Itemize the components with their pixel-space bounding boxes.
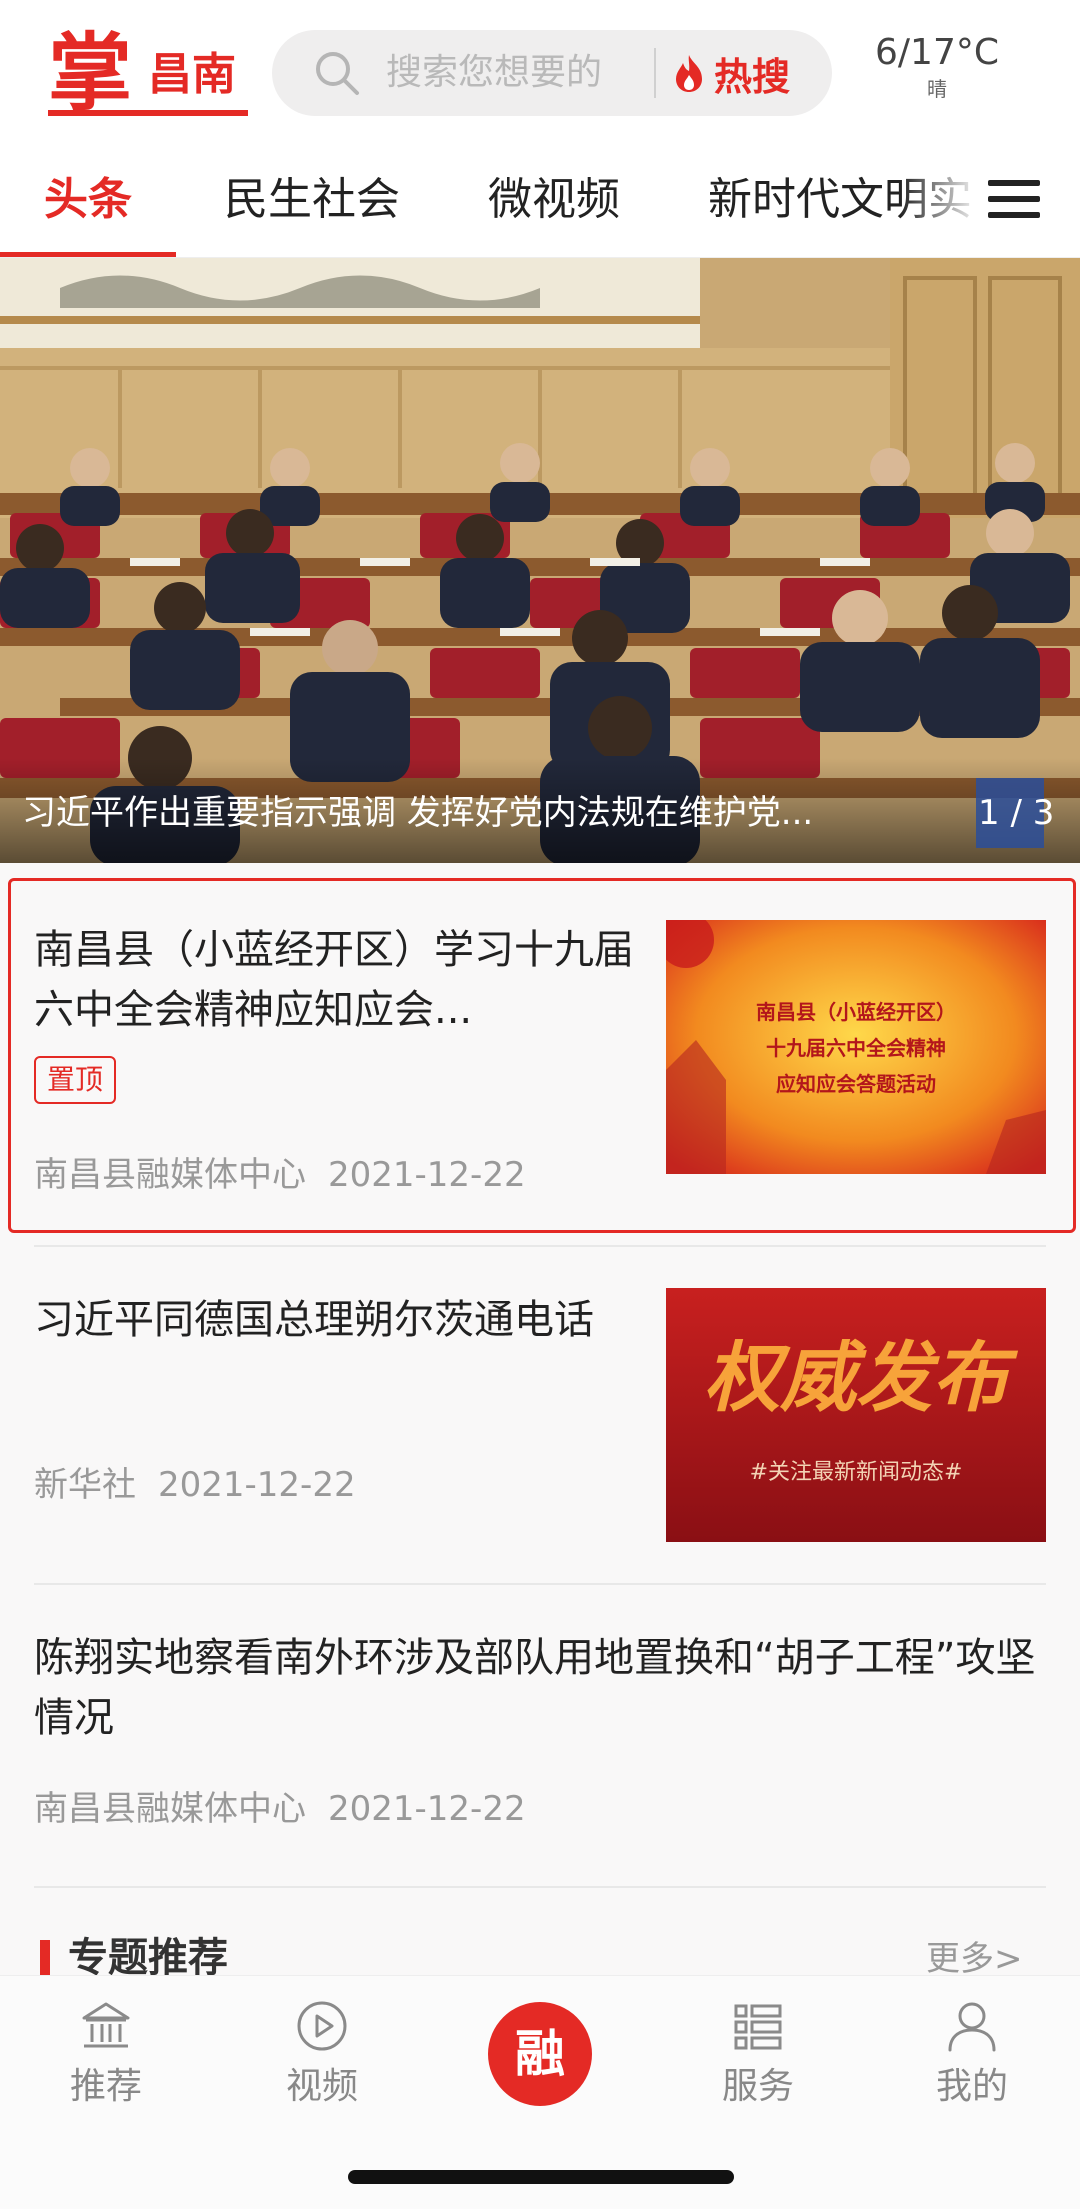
thumbnail-line: 南昌县（小蓝经开区） (756, 1000, 956, 1024)
nav-recommend[interactable]: 推荐 (26, 1998, 186, 2112)
search-bar[interactable]: 搜索您想要的 热搜 (272, 30, 832, 116)
nav-video[interactable]: 视频 (242, 1998, 402, 2112)
news-title: 南昌县（小蓝经开区）学习十九届六中全会精神应知应会... (34, 927, 634, 1033)
news-meta: 南昌县融媒体中心 2021-12-22 (34, 1152, 526, 1198)
app-header: 掌 昌南 搜索您想要的 热搜 6/17°C 晴 (0, 0, 1080, 150)
news-title: 习近平同德国总理朔尔茨通电话 (34, 1297, 594, 1343)
banner-caption: 习近平作出重要指示强调 发挥好党内法规在维护党... (22, 793, 814, 833)
news-thumbnail: 权威发布 #关注最新新闻动态# (666, 1288, 1046, 1542)
thumbnail-text: 南昌县（小蓝经开区） 十九届六中全会精神 应知应会答题活动 (666, 994, 1046, 1102)
thumbnail-tagline: #关注最新新闻动态# (749, 1460, 963, 1485)
headline-carousel[interactable]: 习近平作出重要指示强调 发挥好党内法规在维护党... 1 / 3 (0, 258, 1080, 863)
pinned-badge: 置顶 (34, 1056, 116, 1104)
news-meta: 南昌县融媒体中心 2021-12-22 (34, 1786, 526, 1832)
tab-micro-video[interactable]: 微视频 (488, 170, 620, 230)
home-indicator[interactable] (348, 2170, 734, 2184)
search-divider (654, 48, 656, 98)
news-item[interactable]: 习近平同德国总理朔尔茨通电话 新华社 2021-12-22 权威发布 #关注最新新… (0, 1248, 1080, 1583)
search-placeholder: 搜索您想要的 (386, 52, 603, 93)
app-logo[interactable]: 掌 昌南 (48, 28, 248, 118)
banner-page-indicator: 1 / 3 (978, 788, 1054, 838)
news-title: 陈翔实地察看南外环涉及部队用地置换和“胡子工程”攻坚情况 (34, 1635, 1036, 1741)
nav-label: 视频 (285, 2066, 358, 2107)
banner-page-separator: / (1010, 793, 1022, 833)
news-date: 2021-12-22 (328, 1789, 526, 1829)
center-button[interactable]: 融 (488, 2002, 592, 2106)
play-icon (297, 2001, 347, 2051)
section-marker (40, 1940, 50, 1976)
weather-widget[interactable]: 6/17°C 晴 (872, 30, 1002, 102)
item-divider (34, 1583, 1046, 1585)
thumbnail-headline: 权威发布 (704, 1333, 1008, 1422)
item-divider (34, 1245, 1046, 1247)
nav-label: 推荐 (69, 2066, 142, 2107)
news-source: 南昌县融媒体中心 (34, 1155, 306, 1195)
weather-temperature: 6/17°C (875, 32, 999, 73)
nav-profile[interactable]: 我的 (892, 1998, 1052, 2112)
nav-label: 我的 (935, 2066, 1008, 2107)
flame-icon (676, 55, 702, 92)
tab-headlines[interactable]: 头条 (44, 170, 132, 230)
logo-underline (48, 110, 248, 116)
list-icon (734, 2004, 782, 2050)
channel-tabs: 头条 民生社会 微视频 新时代文明实 (0, 150, 1080, 258)
item-divider (34, 1886, 1046, 1888)
news-item-pinned[interactable]: 南昌县（小蓝经开区）学习十九届六中全会精神应知应会... 置顶 南昌县融媒体中心… (0, 878, 1080, 1233)
logo-text: 昌南 (148, 49, 236, 100)
news-meta: 新华社 2021-12-22 (34, 1462, 356, 1508)
search-icon (316, 52, 359, 95)
news-date: 2021-12-22 (158, 1465, 356, 1505)
news-date: 2021-12-22 (328, 1155, 526, 1195)
tab-livelihood[interactable]: 民生社会 (224, 170, 400, 230)
news-thumbnail: 南昌县（小蓝经开区） 十九届六中全会精神 应知应会答题活动 (666, 920, 1046, 1174)
banner-page-current: 1 (978, 793, 1000, 833)
logo-mark: 掌 (48, 23, 133, 122)
news-item[interactable]: 陈翔实地察看南外环涉及部队用地置换和“胡子工程”攻坚情况 南昌县融媒体中心 202… (0, 1586, 1080, 1886)
hot-search-button[interactable]: 热搜 (672, 40, 790, 106)
nav-services[interactable]: 服务 (678, 1998, 838, 2112)
nav-label: 服务 (721, 2066, 794, 2107)
building-icon (82, 2002, 130, 2048)
banner-page-total: 3 (1032, 793, 1055, 833)
news-source: 南昌县融媒体中心 (34, 1789, 306, 1829)
hot-search-label: 热搜 (714, 54, 791, 99)
weather-condition: 晴 (927, 77, 947, 101)
menu-icon[interactable] (988, 180, 1040, 226)
news-source: 新华社 (34, 1465, 136, 1505)
thumbnail-line: 应知应会答题活动 (776, 1072, 936, 1096)
user-icon (948, 2002, 996, 2052)
thumbnail-line: 十九届六中全会精神 (766, 1036, 946, 1060)
